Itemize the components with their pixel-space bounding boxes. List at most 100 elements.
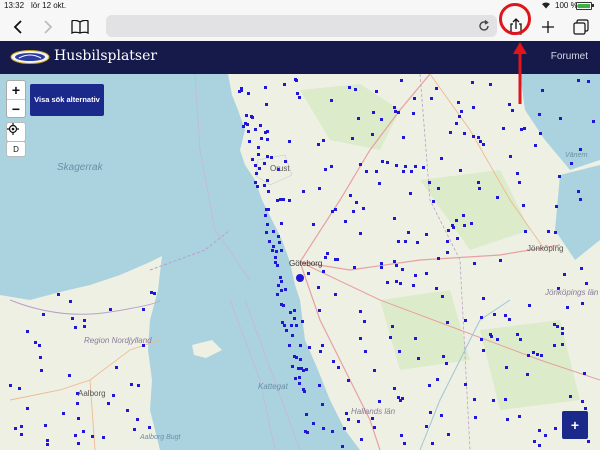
place-marker[interactable] bbox=[280, 280, 283, 283]
place-marker[interactable] bbox=[83, 325, 86, 328]
place-marker[interactable] bbox=[380, 262, 383, 265]
place-marker[interactable] bbox=[440, 414, 443, 417]
place-marker[interactable] bbox=[579, 148, 582, 151]
place-marker[interactable] bbox=[496, 338, 499, 341]
place-marker[interactable] bbox=[76, 402, 79, 405]
place-marker[interactable] bbox=[401, 268, 404, 271]
place-marker[interactable] bbox=[477, 181, 480, 184]
place-marker[interactable] bbox=[536, 353, 539, 356]
place-marker[interactable] bbox=[473, 398, 476, 401]
place-marker[interactable] bbox=[496, 196, 499, 199]
place-marker[interactable] bbox=[577, 79, 580, 82]
place-marker[interactable] bbox=[242, 125, 245, 128]
place-marker[interactable] bbox=[298, 96, 301, 99]
place-marker[interactable] bbox=[409, 192, 412, 195]
place-marker[interactable] bbox=[462, 214, 465, 217]
place-marker[interactable] bbox=[136, 418, 139, 421]
layer-toggle-button[interactable]: D bbox=[6, 141, 26, 157]
bookmarks-button[interactable] bbox=[68, 12, 92, 41]
place-marker[interactable] bbox=[293, 317, 296, 320]
place-marker[interactable] bbox=[391, 325, 394, 328]
place-marker[interactable] bbox=[294, 377, 297, 380]
place-marker[interactable] bbox=[559, 117, 562, 120]
place-marker[interactable] bbox=[254, 181, 257, 184]
place-marker[interactable] bbox=[266, 155, 269, 158]
place-marker[interactable] bbox=[353, 266, 356, 269]
place-marker[interactable] bbox=[577, 190, 580, 193]
place-marker[interactable] bbox=[561, 327, 564, 330]
place-marker[interactable] bbox=[440, 157, 443, 160]
place-marker[interactable] bbox=[319, 350, 322, 353]
place-marker[interactable] bbox=[299, 344, 302, 347]
place-marker[interactable] bbox=[365, 170, 368, 173]
place-marker[interactable] bbox=[554, 231, 557, 234]
place-marker[interactable] bbox=[272, 230, 275, 233]
place-marker[interactable] bbox=[504, 314, 507, 317]
place-marker[interactable] bbox=[291, 365, 294, 368]
place-marker[interactable] bbox=[324, 168, 327, 171]
place-marker[interactable] bbox=[584, 407, 587, 410]
place-marker[interactable] bbox=[587, 80, 590, 83]
place-marker[interactable] bbox=[322, 270, 325, 273]
place-marker[interactable] bbox=[330, 165, 333, 168]
place-marker[interactable] bbox=[318, 187, 321, 190]
place-marker[interactable] bbox=[150, 291, 153, 294]
place-marker[interactable] bbox=[265, 208, 268, 211]
place-marker[interactable] bbox=[569, 395, 572, 398]
place-marker[interactable] bbox=[343, 427, 346, 430]
place-marker[interactable] bbox=[305, 368, 308, 371]
place-marker[interactable] bbox=[71, 317, 74, 320]
place-marker[interactable] bbox=[148, 426, 151, 429]
place-marker[interactable] bbox=[398, 350, 401, 353]
place-marker[interactable] bbox=[402, 170, 405, 173]
place-marker[interactable] bbox=[20, 433, 23, 436]
place-marker[interactable] bbox=[352, 210, 355, 213]
place-marker[interactable] bbox=[431, 442, 434, 445]
add-place-button[interactable]: + bbox=[562, 411, 588, 439]
place-marker[interactable] bbox=[581, 400, 584, 403]
place-marker[interactable] bbox=[478, 187, 481, 190]
place-marker[interactable] bbox=[528, 304, 531, 307]
place-marker[interactable] bbox=[280, 303, 283, 306]
place-marker[interactable] bbox=[349, 194, 352, 197]
place-marker[interactable] bbox=[524, 230, 527, 233]
place-marker[interactable] bbox=[102, 436, 105, 439]
place-marker[interactable] bbox=[266, 179, 269, 182]
place-marker[interactable] bbox=[280, 222, 283, 225]
place-marker[interactable] bbox=[267, 190, 270, 193]
place-marker[interactable] bbox=[302, 388, 305, 391]
place-marker[interactable] bbox=[359, 232, 362, 235]
place-marker[interactable] bbox=[264, 131, 267, 134]
place-marker[interactable] bbox=[257, 146, 260, 149]
place-marker[interactable] bbox=[371, 133, 374, 136]
place-marker[interactable] bbox=[553, 323, 556, 326]
place-marker[interactable] bbox=[425, 272, 428, 275]
place-marker[interactable] bbox=[451, 224, 454, 227]
place-marker[interactable] bbox=[283, 83, 286, 86]
place-marker[interactable] bbox=[270, 156, 273, 159]
new-tab-button[interactable] bbox=[538, 12, 558, 41]
place-marker[interactable] bbox=[288, 344, 291, 347]
place-marker[interactable] bbox=[280, 289, 283, 292]
place-marker[interactable] bbox=[432, 200, 435, 203]
place-marker[interactable] bbox=[581, 302, 584, 305]
place-marker[interactable] bbox=[244, 122, 247, 125]
place-marker[interactable] bbox=[395, 264, 398, 267]
place-marker[interactable] bbox=[506, 418, 509, 421]
place-marker[interactable] bbox=[480, 338, 483, 341]
site-title[interactable]: Husbilsplatser bbox=[54, 48, 157, 64]
place-marker[interactable] bbox=[295, 79, 298, 82]
place-marker[interactable] bbox=[446, 251, 449, 254]
place-marker[interactable] bbox=[68, 374, 71, 377]
place-marker[interactable] bbox=[251, 116, 254, 119]
tabs-button[interactable] bbox=[570, 12, 592, 41]
place-marker[interactable] bbox=[393, 217, 396, 220]
place-marker[interactable] bbox=[115, 366, 118, 369]
place-marker[interactable] bbox=[459, 169, 462, 172]
place-marker[interactable] bbox=[268, 240, 271, 243]
place-marker[interactable] bbox=[297, 367, 300, 370]
place-marker[interactable] bbox=[322, 427, 325, 430]
place-marker[interactable] bbox=[296, 92, 299, 95]
place-marker[interactable] bbox=[400, 79, 403, 82]
place-marker[interactable] bbox=[428, 384, 431, 387]
